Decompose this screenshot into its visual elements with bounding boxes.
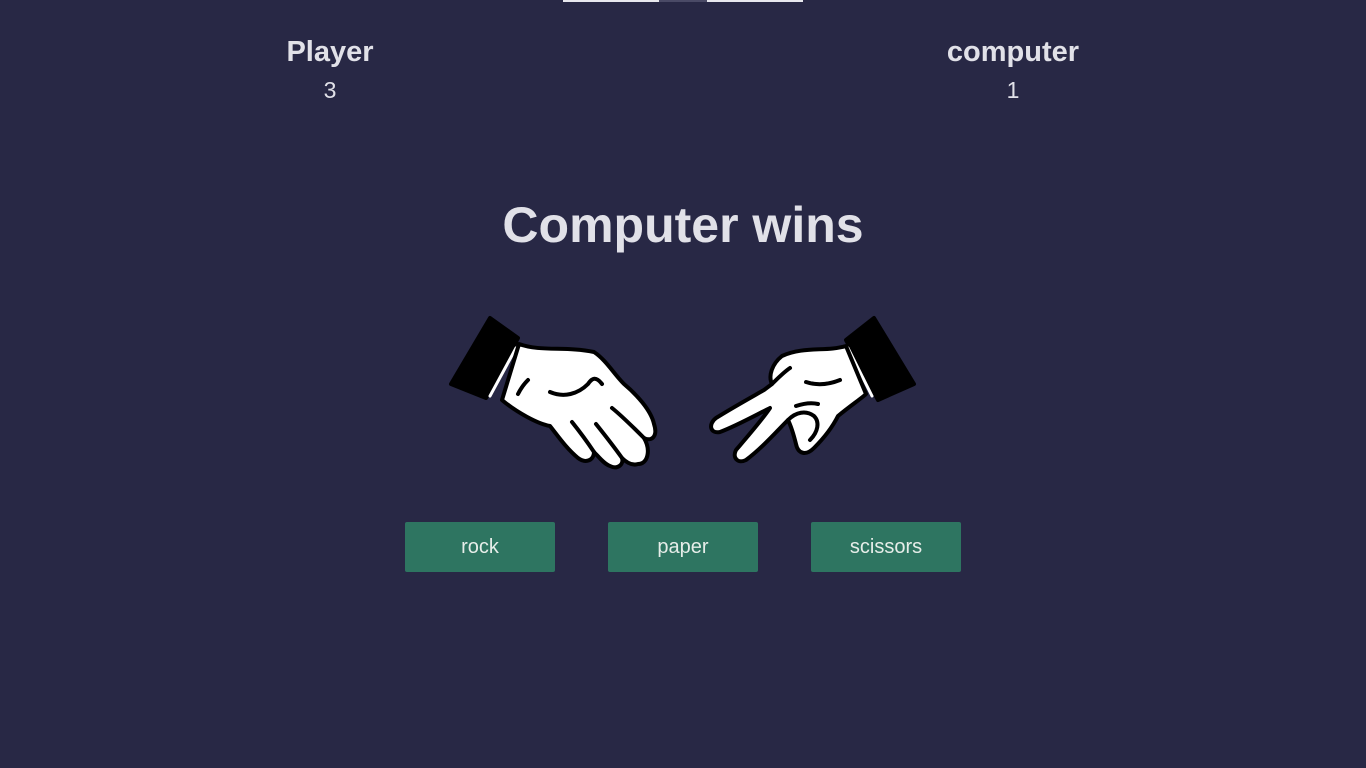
player-label: Player [286,36,374,68]
rock-button[interactable]: rock [405,522,555,572]
paper-hand-icon [449,316,658,470]
scissors-hand-icon [709,316,916,464]
computer-score: 1 [1006,77,1020,103]
player-score: 3 [323,77,337,103]
scissors-button[interactable]: scissors [811,522,961,572]
computer-label: computer [946,36,1080,68]
top-tab-indicator [563,0,803,2]
computer-score-panel: computer 1 [913,34,1113,104]
choice-buttons: rock paper scissors [405,522,961,572]
player-score-panel: Player 3 [230,34,430,104]
paper-button[interactable]: paper [608,522,758,572]
round-result-message: Computer wins [502,197,864,253]
